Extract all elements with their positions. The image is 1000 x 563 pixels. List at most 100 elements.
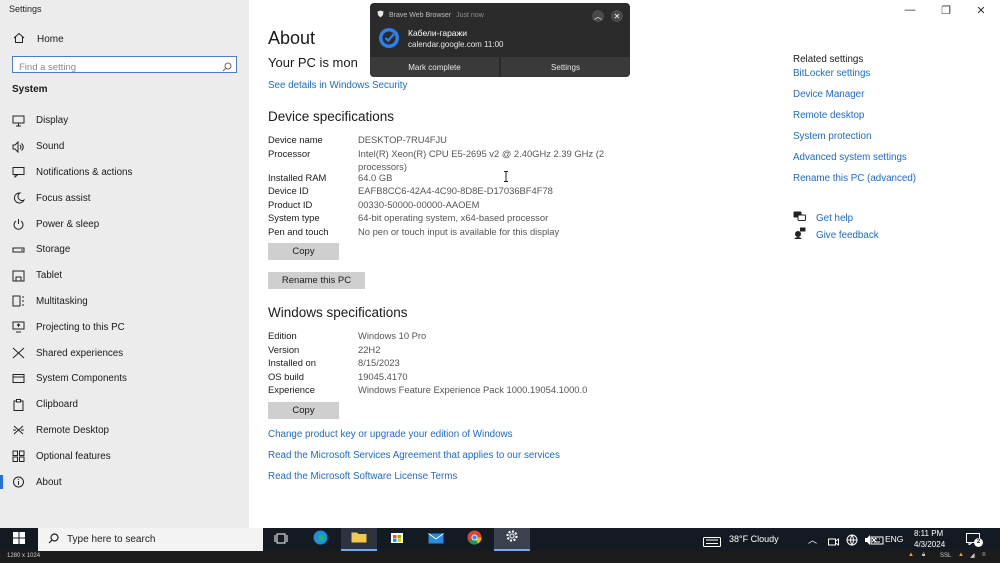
toast-collapse-button[interactable]: ︿: [592, 10, 604, 22]
sidebar-item-remote-desktop[interactable]: Remote Desktop: [0, 418, 249, 444]
bitlocker-settings-link[interactable]: BitLocker settings: [793, 68, 916, 89]
toast-settings-button[interactable]: Settings: [501, 57, 630, 77]
sidebar-item-label: Shared experiences: [36, 347, 124, 359]
notifications-icon: [11, 165, 25, 179]
toast-dismiss-button[interactable]: ✕: [611, 10, 623, 22]
spec-row: Device ID EAFB8CC6-42A4-4C90-8D8E-D17036B…: [268, 184, 648, 198]
meet-now-icon[interactable]: [828, 534, 839, 552]
brave-notification-toast[interactable]: Brave Web Browser Just now ︿ ✕ Кабели-га…: [370, 3, 630, 77]
sidebar-item-sound[interactable]: Sound: [0, 134, 249, 160]
sidebar-item-focus-assist[interactable]: Focus assist: [0, 185, 249, 211]
spec-value: No pen or touch input is available for t…: [358, 225, 560, 237]
sidebar-item-multitasking[interactable]: Multitasking: [0, 289, 249, 315]
taskbar-chrome[interactable]: [456, 528, 492, 551]
change-product-key-link[interactable]: Change product key or upgrade your editi…: [268, 429, 513, 440]
sidebar-item-display[interactable]: Display: [0, 108, 249, 134]
related-settings-heading: Related settings: [793, 54, 864, 65]
start-button[interactable]: [0, 528, 37, 551]
search-icon: [222, 59, 232, 77]
storage-icon: [11, 243, 25, 257]
spec-key: Version: [268, 343, 300, 355]
find-setting-input[interactable]: [19, 60, 214, 75]
sidebar-item-label: About: [36, 476, 62, 488]
language-indicator[interactable]: ENG: [885, 534, 903, 544]
services-agreement-link[interactable]: Read the Microsoft Services Agreement th…: [268, 450, 560, 461]
chevron-up-icon[interactable]: ︿: [808, 533, 817, 546]
related-settings-list: BitLocker settings Device Manager Remote…: [793, 68, 916, 194]
mail-icon: [428, 531, 444, 549]
give-feedback-row[interactable]: Give feedback: [793, 226, 879, 244]
sidebar-item-power-sleep[interactable]: Power & sleep: [0, 211, 249, 237]
sidebar-item-notifications[interactable]: Notifications & actions: [0, 160, 249, 186]
weather-text[interactable]: 38°F Cloudy: [729, 534, 779, 544]
advanced-system-settings-link[interactable]: Advanced system settings: [793, 152, 916, 173]
clock-date[interactable]: 4/3/2024: [914, 540, 945, 549]
lock-icon: 🔒︎: [922, 552, 926, 558]
sidebar-nav: Display Sound Notifications & actions Fo…: [0, 108, 249, 495]
spec-value: DESKTOP-7RU4FJU: [358, 134, 447, 145]
copy-device-specs-button[interactable]: Copy: [268, 243, 339, 260]
device-manager-link[interactable]: Device Manager: [793, 89, 916, 110]
maximize-button[interactable]: ❐: [931, 2, 961, 18]
sidebar-item-tablet[interactable]: Tablet: [0, 263, 249, 289]
taskbar-store[interactable]: [379, 528, 415, 551]
get-help-link[interactable]: Get help: [816, 213, 853, 224]
rename-pc-advanced-link[interactable]: Rename this PC (advanced): [793, 173, 916, 194]
optional-features-icon: [11, 449, 25, 463]
taskbar-mail[interactable]: [418, 528, 454, 551]
spec-row: Installed on 8/15/2023: [268, 356, 648, 370]
sidebar-item-clipboard[interactable]: Clipboard: [0, 392, 249, 418]
minimize-button[interactable]: —: [895, 2, 925, 18]
store-icon: [390, 530, 404, 549]
taskbar-settings[interactable]: [494, 528, 530, 551]
clock-time[interactable]: 8:11 PM: [914, 529, 943, 538]
sidebar-item-label: Multitasking: [36, 295, 88, 307]
windows-specs-heading: Windows specifications: [268, 305, 408, 320]
license-terms-link[interactable]: Read the Microsoft Software License Term…: [268, 471, 457, 482]
spec-key: Pen and touch: [268, 225, 329, 237]
text-cursor-icon: [503, 169, 509, 187]
spec-row: Version 22H2: [268, 343, 648, 357]
sidebar-item-label: Power & sleep: [36, 218, 100, 230]
home-link[interactable]: Home: [13, 32, 64, 47]
brave-shield-icon: [377, 10, 384, 20]
sidebar-item-label: Projecting to this PC: [36, 321, 125, 333]
sidebar-item-optional-features[interactable]: Optional features: [0, 443, 249, 469]
network-icon[interactable]: [846, 533, 858, 551]
sidebar-item-about[interactable]: About: [0, 469, 249, 495]
find-setting-search[interactable]: [12, 56, 237, 75]
action-center-button[interactable]: 2: [966, 532, 983, 547]
sidebar-item-storage[interactable]: Storage: [0, 237, 249, 263]
taskbar-edge[interactable]: [302, 528, 338, 551]
system-protection-link[interactable]: System protection: [793, 131, 916, 152]
give-feedback-link[interactable]: Give feedback: [816, 230, 879, 241]
sidebar-item-label: Remote Desktop: [36, 424, 109, 436]
taskbar-file-explorer[interactable]: [341, 528, 377, 551]
security-details-link[interactable]: See details in Windows Security: [268, 80, 407, 91]
get-help-row[interactable]: Get help: [793, 209, 853, 227]
copy-windows-specs-button[interactable]: Copy: [268, 402, 339, 419]
sidebar-item-label: Display: [36, 115, 69, 127]
chrome-icon: [467, 530, 482, 550]
sidebar-item-shared-experiences[interactable]: Shared experiences: [0, 340, 249, 366]
close-button[interactable]: ✕: [966, 2, 996, 18]
projecting-icon: [11, 320, 25, 334]
rename-pc-button[interactable]: Rename this PC: [268, 272, 365, 289]
spec-value: EAFB8CC6-42A4-4C90-8D8E-D17036BF4F78: [358, 185, 553, 196]
sidebar-item-system-components[interactable]: System Components: [0, 366, 249, 392]
spec-key: Installed on: [268, 357, 316, 368]
taskbar-search-box[interactable]: Type here to search: [38, 528, 263, 551]
spec-key: Processor: [268, 147, 311, 159]
gear-icon: [505, 529, 519, 548]
system-section-label: System: [12, 84, 48, 95]
home-label: Home: [37, 34, 64, 45]
mark-complete-button[interactable]: Mark complete: [370, 57, 499, 77]
keyboard-layout-icon[interactable]: [870, 533, 884, 551]
remote-desktop-icon: [11, 423, 25, 437]
sidebar-item-label: Optional features: [36, 450, 111, 462]
task-view-button[interactable]: [263, 528, 299, 551]
settings-window: Settings Home System Display Sound: [0, 0, 1000, 563]
remote-desktop-link[interactable]: Remote desktop: [793, 110, 916, 131]
spec-value: Intel(R) Xeon(R) CPU E5-2695 v2 @ 2.40GH…: [358, 147, 605, 173]
sidebar-item-projecting[interactable]: Projecting to this PC: [0, 314, 249, 340]
